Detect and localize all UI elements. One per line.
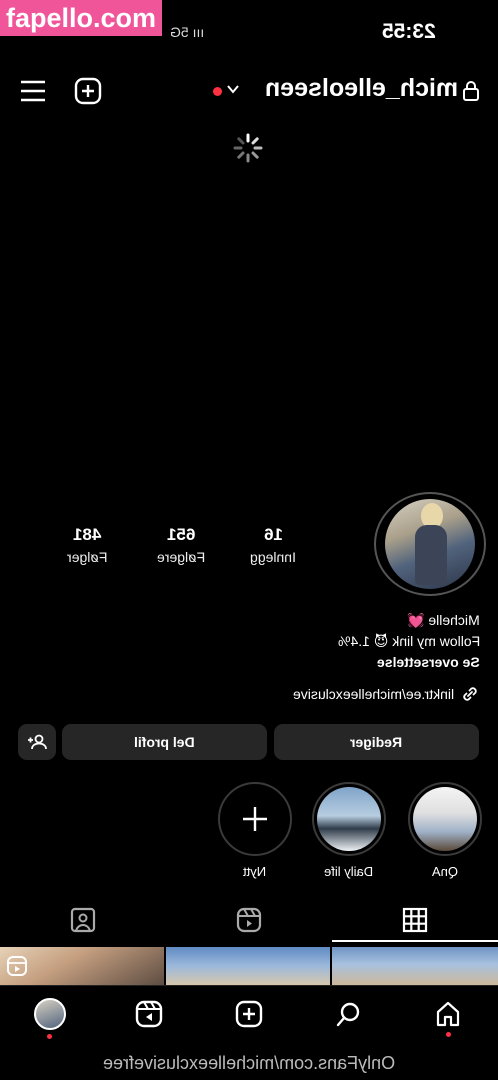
post-thumbnail[interactable] xyxy=(166,947,330,985)
translate-link[interactable]: Se oversettelse xyxy=(377,652,480,673)
link-text[interactable]: linktr.ee/michelleexclusive xyxy=(293,686,454,702)
reel-badge-icon xyxy=(7,956,27,976)
profile-username[interactable]: mich_elleolseen xyxy=(265,74,458,103)
add-person-icon xyxy=(28,734,47,750)
highlight-qna[interactable]: QnA xyxy=(408,782,482,879)
highlight-cover xyxy=(317,787,381,851)
home-icon[interactable] xyxy=(434,1000,462,1028)
highlight-daily-life[interactable]: Daily life xyxy=(312,782,386,879)
tagged-icon[interactable] xyxy=(69,906,97,934)
highlight-new[interactable]: Nytt xyxy=(218,782,292,879)
stat-following[interactable]: 481 Følger xyxy=(42,525,132,565)
plus-icon xyxy=(243,807,267,831)
profile-name: Michelle 💓 xyxy=(407,612,480,628)
grid-icon[interactable] xyxy=(401,906,429,934)
profile-bio: Follow my link 😈 1.4% xyxy=(337,633,480,649)
reels-nav-icon[interactable] xyxy=(135,1000,163,1028)
reels-icon[interactable] xyxy=(235,906,263,934)
add-post-icon[interactable] xyxy=(74,77,102,105)
active-tab-indicator xyxy=(332,940,498,942)
menu-icon[interactable] xyxy=(20,78,46,104)
stat-posts[interactable]: 16 Innlegg xyxy=(228,525,318,565)
post-thumbnail[interactable] xyxy=(0,947,164,985)
profile-avatar[interactable] xyxy=(374,492,486,596)
profile-nav-avatar[interactable] xyxy=(34,998,66,1030)
footer-watermark: OnlyFans.com/michelleexclusivefree xyxy=(102,1052,396,1073)
post-thumbnail[interactable] xyxy=(332,947,498,985)
edit-profile-button[interactable]: Rediger xyxy=(274,724,479,760)
watermark: fapello.com xyxy=(0,0,162,36)
avatar-photo xyxy=(385,499,475,589)
status-icons: ııı 5G xyxy=(170,24,205,40)
share-profile-button[interactable]: Del profil xyxy=(62,724,267,760)
highlight-cover xyxy=(413,787,477,851)
link-icon xyxy=(463,687,477,701)
loading-spinner-icon xyxy=(233,133,263,163)
search-icon[interactable] xyxy=(335,1000,363,1028)
chevron-down-icon[interactable] xyxy=(226,82,240,96)
status-time: 23:55 xyxy=(382,20,436,43)
notification-dot xyxy=(213,87,222,96)
profile-link[interactable]: linktr.ee/michelleexclusive xyxy=(293,684,480,704)
lock-icon xyxy=(463,81,479,101)
discover-people-button[interactable] xyxy=(18,724,56,760)
stat-followers[interactable]: 651 Følgere xyxy=(136,525,226,565)
profile-notification-dot xyxy=(47,1034,52,1039)
home-notification-dot xyxy=(446,1032,451,1037)
create-icon[interactable] xyxy=(235,1000,263,1028)
